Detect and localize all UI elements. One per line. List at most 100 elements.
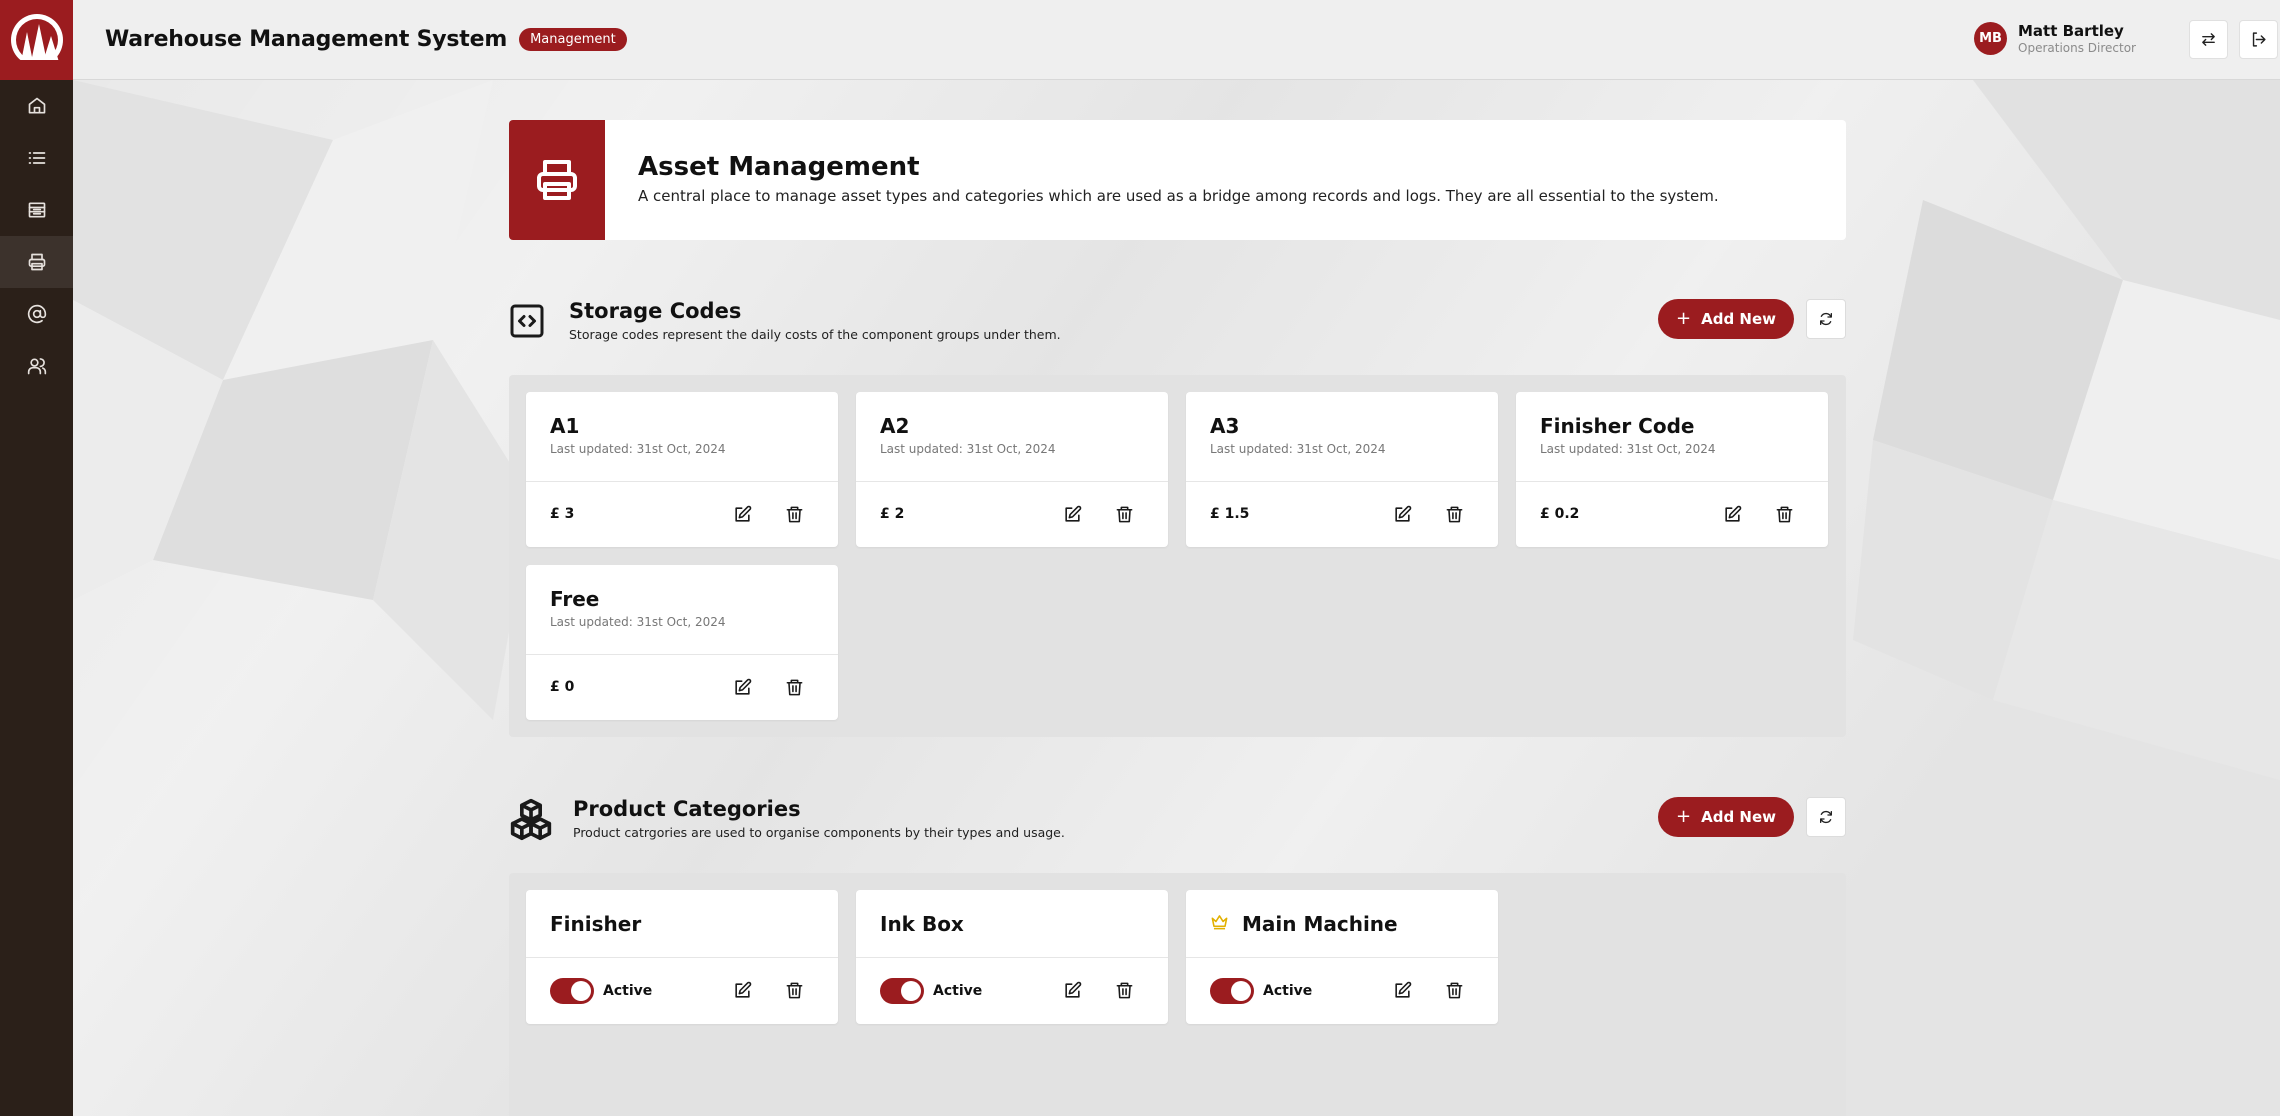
active-toggle[interactable] [880,978,924,1004]
edit-icon [734,678,751,695]
page-description: A central place to manage asset types an… [638,187,1719,205]
active-toggle[interactable] [1210,978,1254,1004]
logout-icon [2252,32,2266,47]
sidebar [0,0,73,1116]
storage-name: A2 [880,414,910,438]
edit-button[interactable] [1060,978,1084,1002]
user-profile[interactable]: MB Matt Bartley Operations Director [1974,22,2136,55]
user-name: Matt Bartley [2018,22,2124,40]
storage-card: Finisher Code Last updated: 31st Oct, 202… [1516,392,1828,547]
edit-button[interactable] [1720,502,1744,526]
category-card: Main Machine Active [1186,890,1498,1024]
edit-button[interactable] [1060,502,1084,526]
edit-button[interactable] [730,978,754,1002]
storage-card: A1 Last updated: 31st Oct, 2024 £ 3 [526,392,838,547]
sidebar-item-assets[interactable] [0,236,73,288]
trash-icon [1446,982,1462,998]
refresh-storage-button[interactable] [1806,299,1846,339]
code-icon [509,303,545,343]
plus-icon: + [1676,806,1692,827]
sidebar-item-archive[interactable] [0,184,73,236]
logout-button[interactable] [2239,20,2278,59]
delete-button[interactable] [1442,502,1466,526]
storage-price: £ 2 [880,506,905,522]
trash-icon [786,506,802,522]
storage-card: A2 Last updated: 31st Oct, 2024 £ 2 [856,392,1168,547]
storage-section-header: Storage Codes Storage codes represent th… [509,299,1846,359]
storage-name: A3 [1210,414,1240,438]
user-role: Operations Director [2018,41,2136,55]
delete-button[interactable] [1442,978,1466,1002]
category-name: Main Machine [1242,911,1398,936]
categories-description: Product catrgories are used to organise … [573,825,1065,840]
edit-icon [734,505,751,522]
last-updated: Last updated: 31st Oct, 2024 [880,442,1056,456]
delete-button[interactable] [782,675,806,699]
status-label: Active [1263,983,1313,999]
trash-icon [786,982,802,998]
boxes-icon [509,797,553,845]
delete-button[interactable] [1772,502,1796,526]
plus-icon: + [1676,308,1692,329]
edit-icon [1064,505,1081,522]
page-title: Asset Management [638,152,920,182]
crown-icon [1210,912,1242,935]
delete-button[interactable] [782,502,806,526]
avatar: MB [1974,22,2007,55]
storage-name: Finisher Code [1540,414,1695,438]
home-icon [28,97,45,114]
storage-card: Free Last updated: 31st Oct, 2024 £ 0 [526,565,838,720]
storage-card: A3 Last updated: 31st Oct, 2024 £ 1.5 [1186,392,1498,547]
switch-button[interactable] [2189,20,2228,59]
category-card: Finisher Active [526,890,838,1024]
at-sign-icon [27,304,46,324]
trash-icon [786,679,802,695]
archive-icon [28,202,45,218]
status-label: Active [933,983,983,999]
edit-button[interactable] [730,502,754,526]
users-icon [27,358,46,375]
active-toggle[interactable] [550,978,594,1004]
edit-icon [1724,505,1741,522]
categories-panel: Finisher Active Ink Box Active Main Mach… [509,873,1846,1116]
edit-icon [1394,981,1411,998]
top-header: Warehouse Management System Management M… [73,0,2280,80]
last-updated: Last updated: 31st Oct, 2024 [1210,442,1386,456]
edit-icon [1064,981,1081,998]
edit-button[interactable] [730,675,754,699]
printer-icon [537,160,577,200]
category-card: Ink Box Active [856,890,1168,1024]
refresh-categories-button[interactable] [1806,797,1846,837]
refresh-icon [1820,810,1832,824]
list-icon [28,152,45,164]
trash-icon [1446,506,1462,522]
delete-button[interactable] [1112,502,1136,526]
app-title: Warehouse Management System [105,27,508,52]
refresh-icon [1820,312,1832,326]
swap-arrows-icon [2202,33,2215,46]
storage-description: Storage codes represent the daily costs … [569,327,1061,342]
storage-price: £ 0 [550,679,575,695]
edit-icon [1394,505,1411,522]
status-label: Active [603,983,653,999]
sidebar-item-list[interactable] [0,132,73,184]
hero-card: Asset Management A central place to mana… [509,120,1846,240]
categories-section-header: Product Categories Product catrgories ar… [509,797,1846,857]
category-name: Finisher [550,911,642,936]
storage-price: £ 3 [550,506,575,522]
trash-icon [1116,982,1132,998]
printer-icon [28,253,45,271]
delete-button[interactable] [1112,978,1136,1002]
sidebar-item-home[interactable] [0,80,73,132]
add-category-button[interactable]: + Add New [1658,797,1794,837]
last-updated: Last updated: 31st Oct, 2024 [1540,442,1716,456]
add-storage-button[interactable]: + Add New [1658,299,1794,339]
app-logo[interactable] [0,0,73,80]
edit-button[interactable] [1390,978,1414,1002]
trash-icon [1776,506,1792,522]
sidebar-item-users[interactable] [0,340,73,392]
delete-button[interactable] [782,978,806,1002]
hero-icon-box [509,120,605,240]
edit-button[interactable] [1390,502,1414,526]
sidebar-item-email[interactable] [0,288,73,340]
